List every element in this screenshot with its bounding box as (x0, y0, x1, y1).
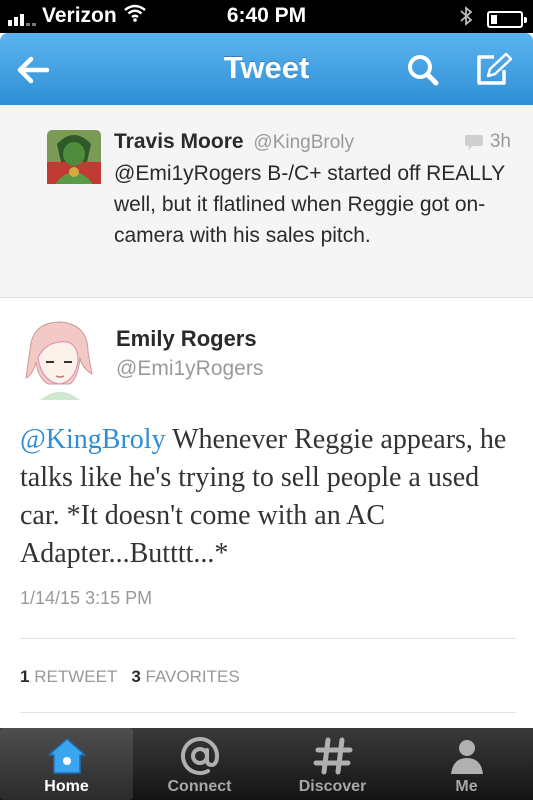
retweet-count-link[interactable]: 1 RETWEET (20, 667, 117, 687)
hash-icon (313, 737, 352, 775)
status-time: 6:40 PM (226, 4, 307, 27)
divider (20, 712, 516, 713)
person-icon (450, 740, 483, 774)
home-icon (47, 738, 86, 774)
tab-label: Connect (167, 778, 232, 795)
compose-icon (477, 52, 512, 85)
author-name[interactable]: Emily Rogers (116, 326, 257, 352)
tab-bar: Home Connect Discover Me (0, 728, 533, 800)
avatar[interactable] (47, 130, 101, 189)
favorite-count-link[interactable]: 3 FAVORITES (131, 667, 239, 687)
tab-label: Discover (298, 778, 367, 795)
reply-author[interactable]: Travis Moore @KingBroly (114, 130, 354, 154)
avatar[interactable] (20, 318, 98, 405)
search-icon (408, 55, 439, 86)
compose-button[interactable] (470, 47, 516, 93)
author-handle[interactable]: @Emi1yRogers (116, 357, 263, 381)
tab-home[interactable]: Home (0, 728, 133, 800)
status-bar: Verizon 6:40 PM (0, 0, 533, 33)
tab-me[interactable]: Me (400, 728, 533, 800)
nav-bar: Tweet (0, 33, 533, 105)
divider (20, 638, 516, 639)
author-name: Travis Moore (114, 130, 244, 153)
page-title: Tweet (223, 50, 310, 85)
favorite-count: 3 (131, 667, 141, 686)
bluetooth-icon (459, 5, 473, 33)
tweet-timestamp: 1/14/15 3:15 PM (20, 588, 153, 608)
tab-connect[interactable]: Connect (133, 728, 266, 800)
mention-link[interactable]: @KingBroly (20, 424, 166, 455)
tab-label: Me (455, 778, 478, 795)
retweet-count: 1 (20, 667, 30, 686)
tweet-stats: 1 RETWEET 3 FAVORITES (20, 667, 240, 687)
author-handle: @KingBroly (253, 132, 355, 153)
favorite-label: FAVORITES (145, 667, 240, 686)
tweet-text: @KingBroly Whenever Reggie appears, he t… (20, 421, 520, 573)
reply-time-label: 3h (489, 131, 511, 152)
tab-discover[interactable]: Discover (266, 728, 399, 800)
reply-tweet-text: @Emi1yRogers B-/C+ started off REALLY we… (114, 162, 505, 247)
battery-icon (487, 10, 527, 28)
reply-timestamp: 3h (464, 131, 511, 153)
search-button[interactable] (400, 47, 446, 93)
speech-bubble-icon (464, 135, 483, 150)
tab-label: Home (44, 778, 89, 795)
at-icon (180, 737, 219, 775)
retweet-label: RETWEET (34, 667, 118, 686)
